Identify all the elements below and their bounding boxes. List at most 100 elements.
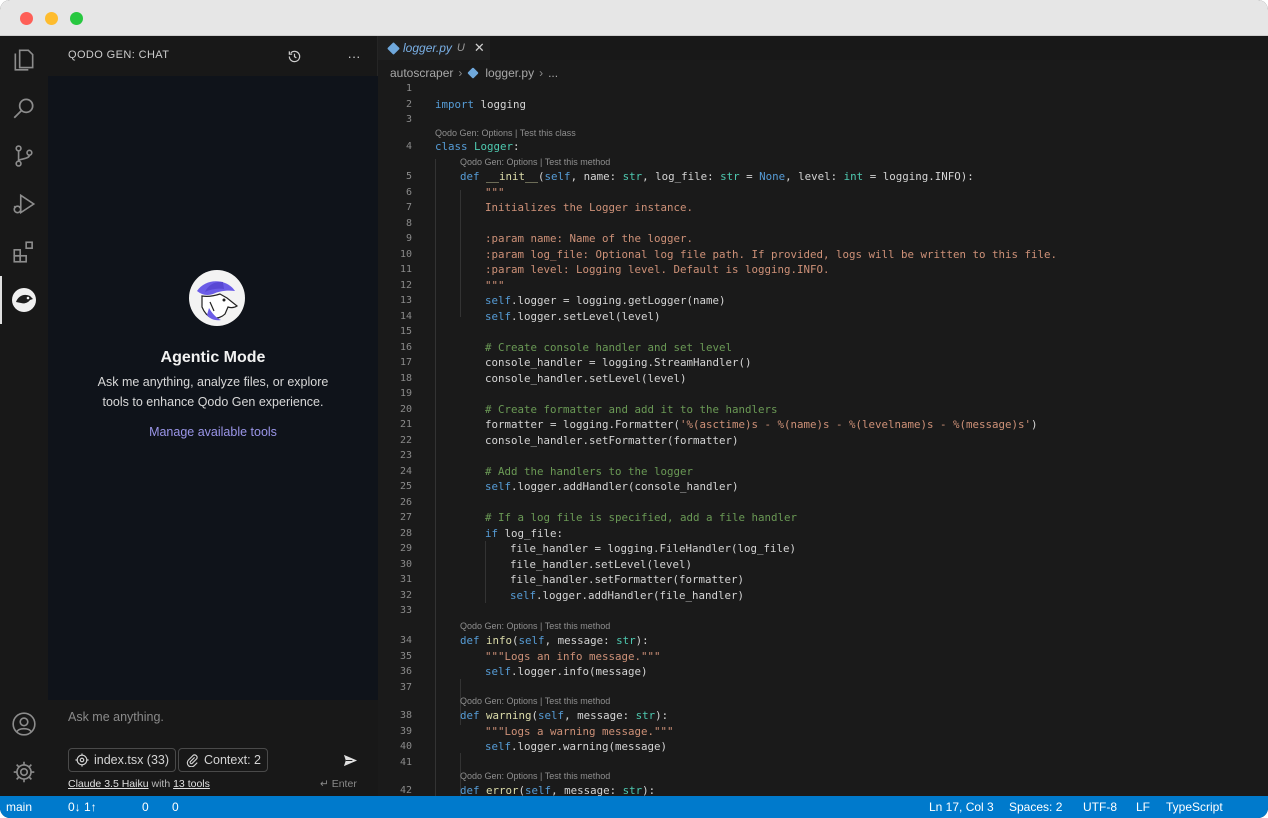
line-number: 22 <box>399 434 412 446</box>
line-number: 24 <box>399 465 412 477</box>
context-chip[interactable]: Context: 2 <box>178 748 268 772</box>
code-line: """Logs an info message.""" <box>485 649 661 663</box>
line-number: 6 <box>405 186 412 198</box>
line-number: 39 <box>399 725 412 737</box>
vscode-window: QODO GEN: CHAT ··· Agentic Mode Ask me a… <box>0 0 1268 818</box>
indentation[interactable]: Spaces: 2 <box>1009 800 1062 814</box>
errors-count[interactable]: 0 <box>142 800 149 814</box>
files-icon[interactable] <box>0 36 48 84</box>
code-line: self.logger.addHandler(console_handler) <box>485 480 739 493</box>
settings-gear-icon[interactable] <box>0 748 48 796</box>
tab-untracked-badge: U <box>456 42 465 54</box>
code-line: self.logger.addHandler(file_handler) <box>510 588 745 602</box>
file-context-chip[interactable]: index.tsx (33) <box>68 748 177 772</box>
history-icon[interactable] <box>284 46 304 66</box>
breadcrumb-folder[interactable]: autoscraper <box>390 66 453 80</box>
codelens-class[interactable]: Qodo Gen: Options | Test this class <box>435 127 576 139</box>
code-line: """Logs a warning message.""" <box>485 724 674 738</box>
code-editor[interactable]: 1 2 import logging 3 Qodo Gen: Options |… <box>378 81 1268 799</box>
empty-state-description: Ask me anything, analyze files, or explo… <box>97 375 329 409</box>
line-number: 40 <box>399 741 412 752</box>
status-bar: main 0↓ 1↑ 0 0 Ln 17, Col 3 Spaces: 2 UT… <box>0 796 1268 818</box>
code-line: :param log_file: Optional log file path.… <box>485 247 1058 261</box>
context-chip-label: Context: 2 <box>204 753 261 767</box>
model-info: Claude 3.5 Haiku with 13 tools <box>68 778 210 790</box>
python-file-icon <box>387 41 400 55</box>
warnings-count[interactable]: 0 <box>172 800 179 814</box>
line-number: 20 <box>399 403 412 415</box>
code-line: formatter = logging.Formatter('%(asctime… <box>485 418 1038 431</box>
paperclip-icon <box>186 754 198 767</box>
sync-indicator[interactable]: 0↓ 1↑ <box>68 800 97 814</box>
breadcrumb-more[interactable]: ... <box>548 66 558 80</box>
code-line: class Logger: <box>435 140 520 153</box>
qodo-icon[interactable] <box>0 276 48 324</box>
codelens-method[interactable]: Qodo Gen: Options | Test this method <box>460 770 610 782</box>
branch-indicator[interactable]: main <box>6 800 32 814</box>
close-window-button[interactable] <box>20 12 33 25</box>
model-with-text: with <box>151 778 171 790</box>
search-icon[interactable] <box>0 84 48 132</box>
code-line: """ <box>485 185 505 199</box>
send-button[interactable] <box>340 750 360 770</box>
codelens-method[interactable]: Qodo Gen: Options | Test this method <box>460 695 610 707</box>
code-line: if log_file: <box>485 526 564 540</box>
line-number: 26 <box>399 496 412 508</box>
tools-link[interactable]: 13 tools <box>173 778 210 790</box>
code-line: self.logger = logging.getLogger(name) <box>485 294 726 307</box>
maximize-window-button[interactable] <box>70 12 83 25</box>
chat-input-area: Ask me anything. index.tsx (33) Context:… <box>48 700 378 796</box>
breadcrumb-file[interactable]: logger.py <box>485 66 534 80</box>
codelens-method[interactable]: Qodo Gen: Options | Test this method <box>460 156 610 168</box>
chat-input[interactable]: Ask me anything. <box>68 710 358 730</box>
line-number: 2 <box>405 98 412 110</box>
line-number: 37 <box>399 681 412 693</box>
line-number: 21 <box>399 419 412 430</box>
line-number: 12 <box>399 279 412 291</box>
line-number: 1 <box>405 83 412 94</box>
end-of-line[interactable]: LF <box>1136 800 1150 814</box>
encoding[interactable]: UTF-8 <box>1083 800 1117 814</box>
more-icon[interactable]: ··· <box>344 46 364 66</box>
line-number: 11 <box>399 264 412 275</box>
code-line: # Create formatter and add it to the han… <box>485 402 778 416</box>
code-line: self.logger.info(message) <box>485 665 648 678</box>
code-line: console_handler.setFormatter(formatter) <box>485 433 739 447</box>
line-number: 38 <box>399 710 412 721</box>
code-line: self.logger.setLevel(level) <box>485 309 661 323</box>
codelens-method[interactable]: Qodo Gen: Options | Test this method <box>460 620 610 632</box>
code-line: import logging <box>435 97 527 111</box>
account-icon[interactable] <box>0 700 48 748</box>
language-mode[interactable]: TypeScript <box>1166 800 1223 814</box>
target-icon <box>75 753 89 767</box>
line-number: 10 <box>399 248 412 260</box>
line-number: 5 <box>405 171 412 182</box>
cursor-position[interactable]: Ln 17, Col 3 <box>929 800 994 814</box>
run-debug-icon[interactable] <box>0 180 48 228</box>
code-line: file_handler.setFormatter(formatter) <box>510 573 745 586</box>
line-number: 8 <box>405 217 412 229</box>
chat-empty-state: Agentic Mode Ask me anything, analyze fi… <box>48 76 378 700</box>
line-number: 41 <box>399 756 412 768</box>
qodo-logo-icon <box>189 270 245 326</box>
tab-close-icon[interactable]: ✕ <box>474 40 485 56</box>
line-number: 33 <box>399 605 412 616</box>
line-number: 34 <box>399 635 412 646</box>
line-number: 35 <box>399 650 412 662</box>
source-control-icon[interactable] <box>0 132 48 180</box>
line-number: 9 <box>405 233 412 244</box>
activity-bar <box>0 36 48 796</box>
tab-logger-py[interactable]: logger.py U ✕ <box>378 36 490 60</box>
line-number: 23 <box>399 450 412 461</box>
line-number: 14 <box>399 310 412 322</box>
extensions-icon[interactable] <box>0 228 48 276</box>
code-line: file_handler = logging.FileHandler(log_f… <box>510 542 797 555</box>
minimize-window-button[interactable] <box>45 12 58 25</box>
model-selector[interactable]: Claude 3.5 Haiku <box>68 778 149 790</box>
manage-tools-link[interactable]: Manage available tools <box>48 425 378 439</box>
code-line: self.logger.warning(message) <box>485 740 668 753</box>
code-line: # Create console handler and set level <box>485 340 733 354</box>
line-number: 36 <box>399 666 412 677</box>
code-line: console_handler = logging.StreamHandler(… <box>485 356 752 369</box>
code-line: def warning(self, message: str): <box>460 709 669 722</box>
